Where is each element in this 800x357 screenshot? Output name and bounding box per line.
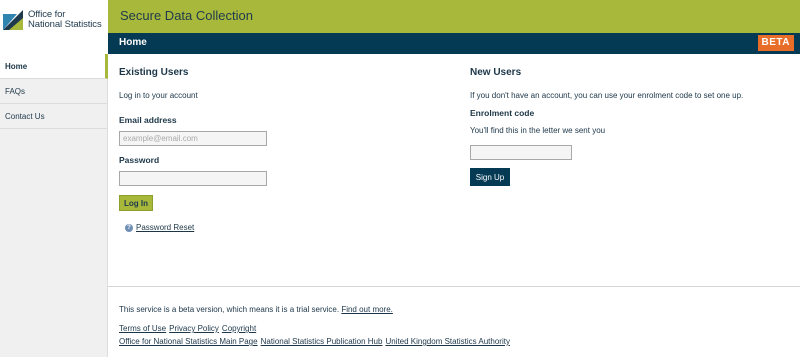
enrolment-code-field[interactable] [470, 145, 572, 160]
ons-main-page-link[interactable]: Office for National Statistics Main Page [119, 337, 258, 346]
terms-of-use-link[interactable]: Terms of Use [119, 324, 166, 333]
password-label: Password [119, 155, 160, 165]
password-reset-link[interactable]: Password Reset [136, 223, 194, 232]
app-title: Secure Data Collection [120, 8, 253, 23]
footer-links-row1: Terms of Use Privacy Policy Copyright [119, 324, 259, 333]
navbar-spacer [0, 33, 108, 54]
new-users-heading: New Users [470, 67, 522, 78]
logo-line2: National Statistics [28, 19, 102, 30]
sidebar-item-contact-us[interactable]: Contact Us [0, 104, 107, 129]
enrolment-code-label: Enrolment code [470, 108, 535, 118]
enrolment-code-hint: You'll find this in the letter we sent y… [470, 126, 606, 135]
signup-button[interactable]: Sign Up [470, 168, 510, 186]
new-users-intro: If you don't have an account, you can us… [470, 91, 744, 100]
publication-hub-link[interactable]: National Statistics Publication Hub [261, 337, 383, 346]
existing-users-heading: Existing Users [119, 67, 189, 78]
sidebar-item-faqs[interactable]: FAQs [0, 79, 107, 104]
email-field[interactable] [119, 131, 267, 146]
privacy-policy-link[interactable]: Privacy Policy [169, 324, 219, 333]
password-field[interactable] [119, 171, 267, 186]
navbar: Home BETA [108, 33, 800, 54]
footer: This service is a beta version, which me… [108, 286, 800, 357]
email-label: Email address [119, 115, 177, 125]
header-banner: Secure Data Collection [108, 0, 800, 33]
ons-logo[interactable]: Office for National Statistics [3, 10, 107, 34]
footer-links-row2: Office for National Statistics Main Page… [119, 337, 513, 346]
statistics-authority-link[interactable]: United Kingdom Statistics Authority [385, 337, 510, 346]
login-button[interactable]: Log In [119, 195, 153, 211]
sidebar: Home FAQs Contact Us [0, 54, 108, 357]
copyright-link[interactable]: Copyright [222, 324, 256, 333]
beta-notice: This service is a beta version, which me… [119, 305, 393, 314]
beta-notice-text: This service is a beta version, which me… [119, 305, 340, 314]
password-reset[interactable]: ? Password Reset [125, 223, 194, 232]
sidebar-item-home[interactable]: Home [0, 54, 108, 79]
ons-logo-icon [3, 10, 23, 30]
find-out-more-link[interactable]: Find out more. [341, 305, 393, 314]
logo-area: Office for National Statistics [0, 0, 108, 33]
login-intro: Log in to your account [119, 91, 198, 100]
beta-badge: BETA [757, 35, 794, 51]
navbar-home-title: Home [119, 37, 147, 48]
help-icon: ? [125, 223, 133, 232]
